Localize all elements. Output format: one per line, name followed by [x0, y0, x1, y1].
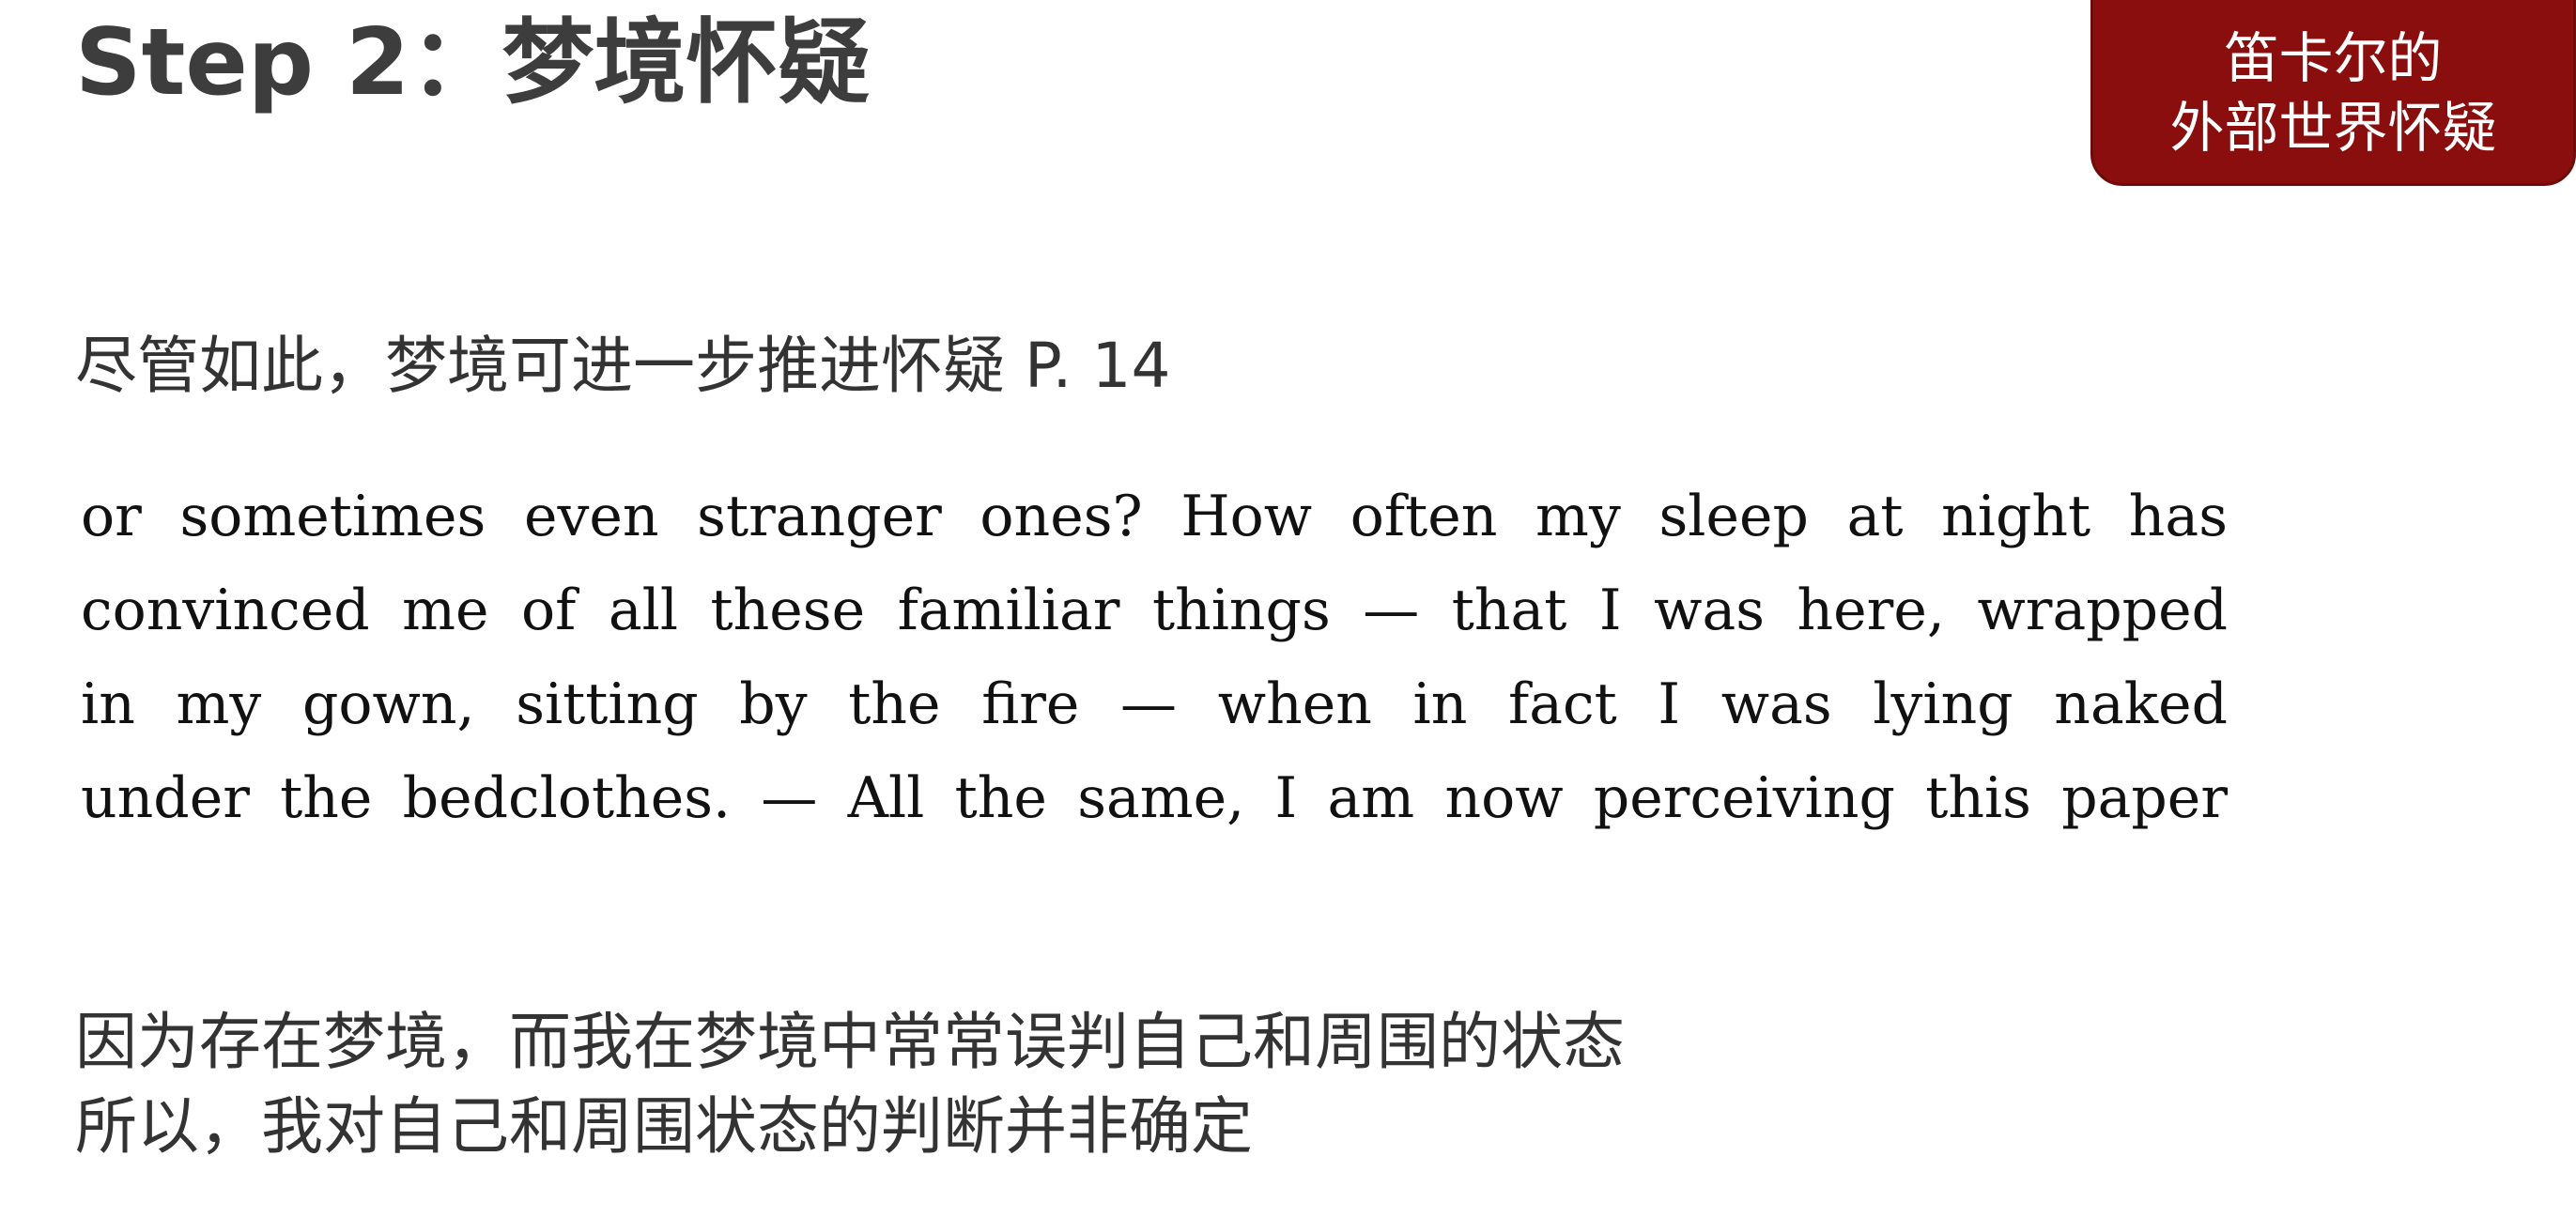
conclusion-block: 因为存在梦境，而我在梦境中常常误判自己和周围的状态 所以，我对自己和周围状态的判… — [75, 1000, 1625, 1169]
conclusion-line: 因为存在梦境，而我在梦境中常常误判自己和周围的状态 — [75, 1006, 1625, 1078]
quote-line: or sometimes even stranger ones? How oft… — [81, 484, 2228, 549]
quote-line: in my gown, sitting by the fire — when i… — [81, 671, 2228, 737]
badge-line-1: 笛卡尔的 — [2224, 26, 2443, 90]
conclusion-line: 所以，我对自己和周围状态的判断并非确定 — [75, 1090, 1253, 1163]
slide: Step 2：梦境怀疑 笛卡尔的 外部世界怀疑 尽管如此，梦境可进一步推进怀疑 … — [0, 0, 2576, 1218]
badge-line-2: 外部世界怀疑 — [2169, 96, 2497, 160]
quote-block: or sometimes even stranger ones? How oft… — [81, 470, 2228, 845]
section-badge: 笛卡尔的 外部世界怀疑 — [2090, 0, 2576, 186]
intro-text: 尽管如此，梦境可进一步推进怀疑 P. 14 — [75, 330, 1171, 402]
quote-line: convinced me of all these familiar thing… — [81, 578, 2228, 643]
slide-title: Step 2：梦境怀疑 — [75, 9, 871, 116]
quote-line: under the bedclothes. — All the same, I … — [81, 765, 2228, 831]
